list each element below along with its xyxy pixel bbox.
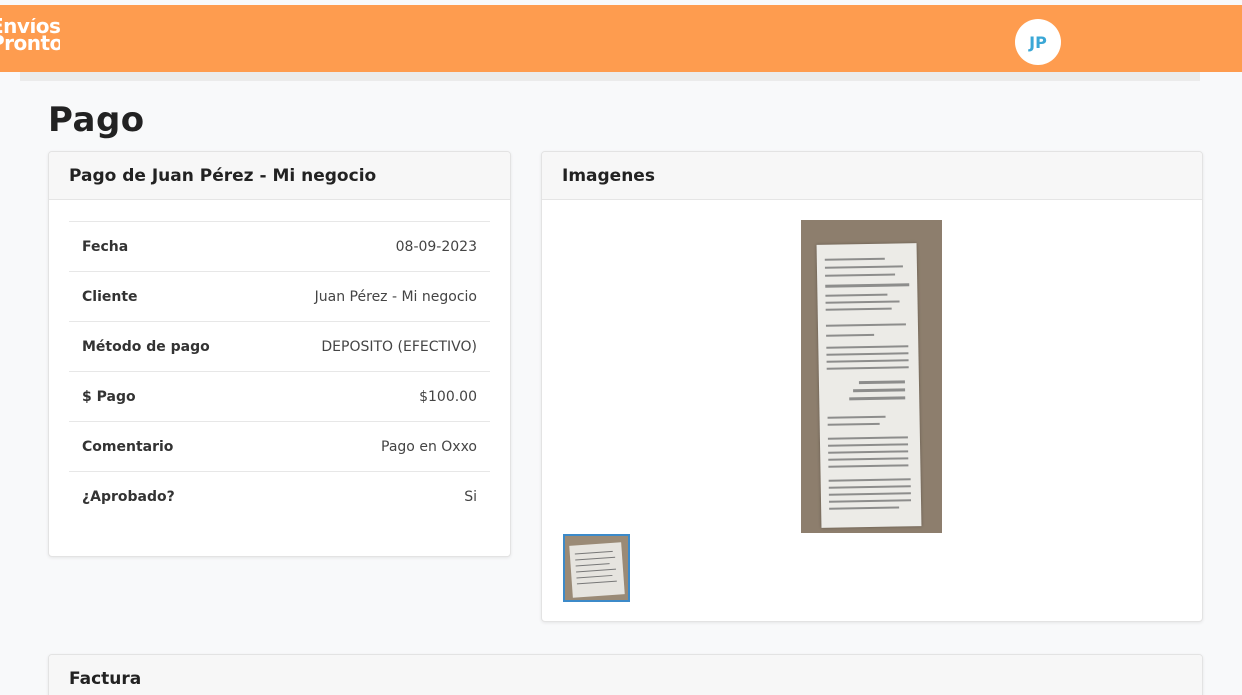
invoice-card: Factura: [48, 654, 1203, 695]
detail-label: ¿Aprobado?: [82, 488, 175, 505]
user-avatar[interactable]: JP: [1015, 19, 1061, 65]
detail-value: Pago en Oxxo: [381, 438, 477, 455]
images-card-title: Imagenes: [542, 152, 1202, 200]
detail-row-comentario: Comentario Pago en Oxxo: [69, 421, 490, 471]
detail-value: Juan Pérez - Mi negocio: [314, 288, 477, 305]
detail-label: Método de pago: [82, 338, 210, 355]
detail-label: $ Pago: [82, 388, 136, 405]
top-navbar: Envíos Pronto JP: [0, 5, 1242, 72]
detail-value: DEPOSITO (EFECTIVO): [321, 338, 477, 355]
receipt-main-image[interactable]: [801, 220, 942, 533]
detail-row-aprobado: ¿Aprobado? Si: [69, 471, 490, 521]
detail-row-metodo-pago: Método de pago DEPOSITO (EFECTIVO): [69, 321, 490, 371]
receipt-thumbnail[interactable]: [563, 534, 630, 602]
logo-line-2: Pronto: [0, 31, 60, 52]
detail-row-fecha: Fecha 08-09-2023: [69, 221, 490, 271]
detail-value: Si: [464, 488, 477, 505]
brand-logo[interactable]: Envíos Pronto: [0, 18, 60, 52]
receipt-paper: [816, 243, 922, 528]
thumbnail-paper: [569, 542, 625, 598]
payment-details-list: Fecha 08-09-2023 Cliente Juan Pérez - Mi…: [49, 200, 510, 521]
payment-card-title: Pago de Juan Pérez - Mi negocio: [49, 152, 510, 200]
detail-value: 08-09-2023: [395, 238, 477, 255]
detail-value: $100.00: [419, 388, 477, 405]
detail-row-cliente: Cliente Juan Pérez - Mi negocio: [69, 271, 490, 321]
payment-details-card: Pago de Juan Pérez - Mi negocio Fecha 08…: [48, 151, 511, 557]
detail-label: Cliente: [82, 288, 138, 305]
invoice-card-title: Factura: [49, 655, 1202, 695]
detail-label: Fecha: [82, 238, 129, 255]
detail-row-pago: $ Pago $100.00: [69, 371, 490, 421]
navbar-shadow: [20, 72, 1200, 81]
detail-label: Comentario: [82, 438, 174, 455]
page-title: Pago: [48, 100, 145, 140]
images-card: Imagenes: [541, 151, 1203, 622]
